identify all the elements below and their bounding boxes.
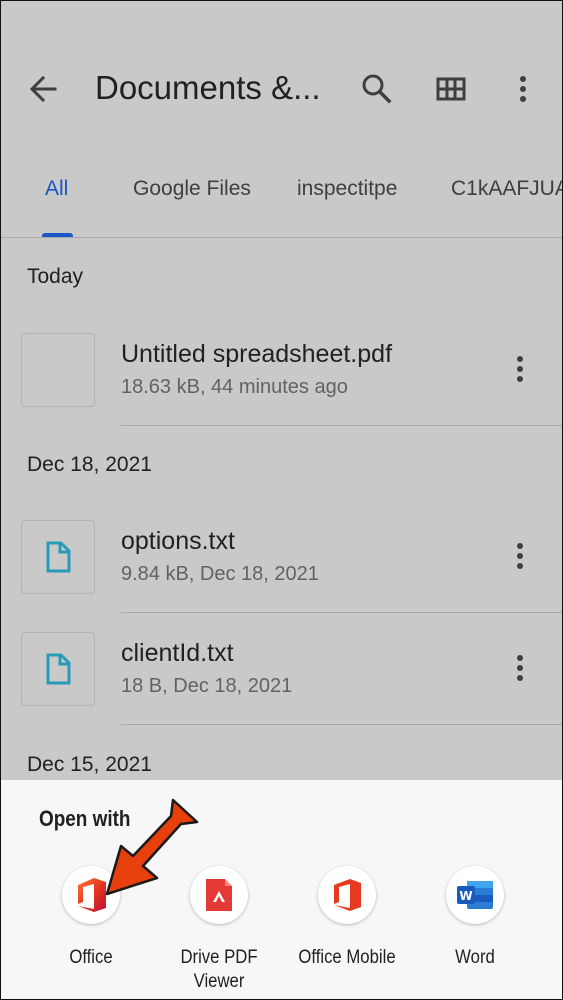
file-meta: 18.63 kB, 44 minutes ago xyxy=(121,376,348,398)
more-vert-icon xyxy=(517,543,523,569)
screen: Documents &... All Google Files inspecti… xyxy=(0,0,563,1000)
grid-view-icon xyxy=(436,77,466,101)
file-name: Untitled spreadsheet.pdf xyxy=(121,340,393,368)
more-vert-icon xyxy=(517,356,523,382)
blank-thumbnail xyxy=(21,333,95,407)
app-option-office-mobile[interactable]: Office Mobile xyxy=(283,866,411,970)
root-tabs: All Google Files inspectitpe C1kAAFJUA xyxy=(1,151,562,237)
page-title: Documents &... xyxy=(95,69,321,106)
document-icon xyxy=(46,541,71,573)
search-icon xyxy=(362,74,392,104)
more-vert-icon xyxy=(517,655,523,681)
file-thumbnail xyxy=(21,632,95,706)
search-button[interactable] xyxy=(357,69,397,109)
svg-text:W: W xyxy=(459,889,472,903)
file-row[interactable]: clientId.txt 18 B, Dec 18, 2021 xyxy=(1,632,562,744)
file-name: clientId.txt xyxy=(121,639,234,667)
office-mobile-icon xyxy=(334,879,361,911)
section-header-dec-18: Dec 18, 2021 xyxy=(27,453,152,476)
app-label: Drive PDF Viewer xyxy=(180,947,258,992)
file-meta: 9.84 kB, Dec 18, 2021 xyxy=(121,563,319,585)
file-name: options.txt xyxy=(121,527,235,555)
tab-all[interactable]: All xyxy=(45,177,68,201)
arrow-left-icon xyxy=(29,75,57,103)
document-icon xyxy=(46,653,71,685)
top-app-bar: Documents &... xyxy=(1,1,562,151)
app-label: Word xyxy=(455,947,495,968)
section-header-today: Today xyxy=(27,265,84,288)
app-label: Office Mobile xyxy=(298,947,396,968)
file-thumbnail xyxy=(21,520,95,594)
back-button[interactable] xyxy=(23,69,67,109)
more-vert-icon xyxy=(520,76,526,102)
office-mobile-icon-badge xyxy=(318,866,376,924)
row-divider xyxy=(121,425,562,426)
word-icon: W xyxy=(457,881,493,909)
file-more-button[interactable] xyxy=(509,650,531,686)
file-more-button[interactable] xyxy=(509,538,531,574)
grid-view-button[interactable] xyxy=(431,71,471,111)
tabs-divider xyxy=(1,237,562,238)
highlight-arrow-icon xyxy=(105,798,199,896)
file-more-button[interactable] xyxy=(509,351,531,387)
tab-google-files[interactable]: Google Files xyxy=(133,177,251,201)
tab-c1kaafjua[interactable]: C1kAAFJUA xyxy=(451,177,562,201)
app-label: Office xyxy=(69,947,113,968)
section-header-dec-15: Dec 15, 2021 xyxy=(27,753,152,776)
tab-inspectitpe[interactable]: inspectitpe xyxy=(297,177,397,201)
file-row[interactable]: Untitled spreadsheet.pdf 18.63 kB, 44 mi… xyxy=(1,333,562,445)
open-with-sheet: Open with Office Drive PDF Viewer Office… xyxy=(1,780,562,999)
file-meta: 18 B, Dec 18, 2021 xyxy=(121,675,293,697)
row-divider xyxy=(121,612,562,613)
overflow-menu-button[interactable] xyxy=(509,69,537,109)
app-option-word[interactable]: W Word xyxy=(411,866,539,970)
word-icon-badge: W xyxy=(446,866,504,924)
file-row[interactable]: options.txt 9.84 kB, Dec 18, 2021 xyxy=(1,520,562,632)
row-divider xyxy=(121,724,562,725)
